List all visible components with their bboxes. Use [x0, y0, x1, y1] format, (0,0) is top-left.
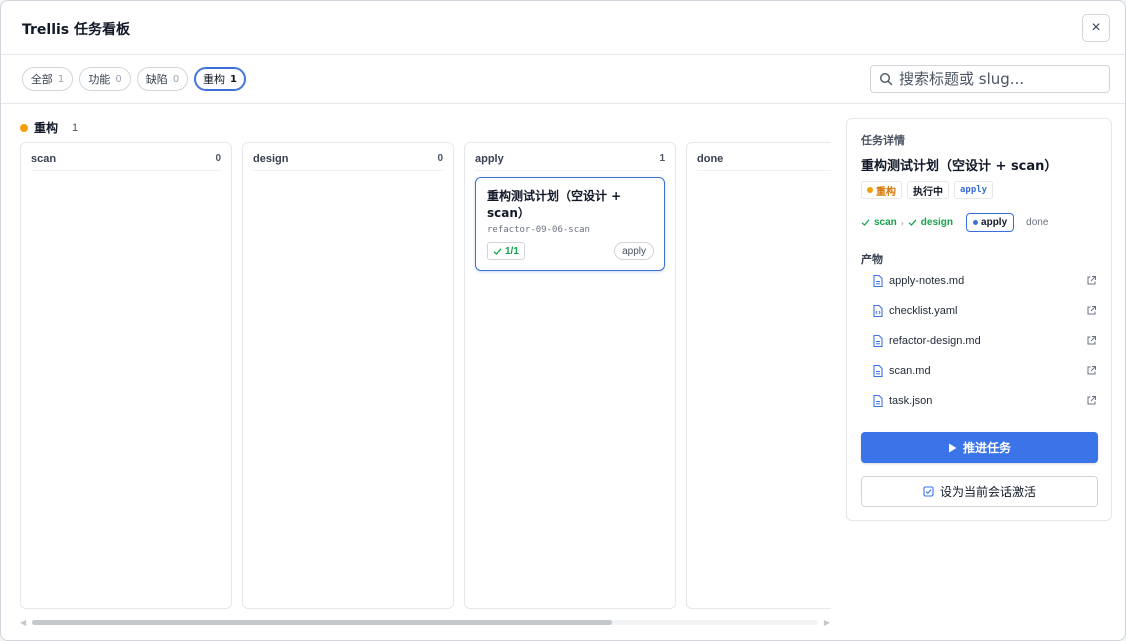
current-stage-dot — [973, 220, 979, 225]
filter-tab-label: 重构 — [203, 73, 226, 86]
task-card-progress: 1/1 — [487, 242, 525, 260]
external-link-icon[interactable] — [1086, 275, 1097, 286]
task-card-progress-value: 1/1 — [505, 245, 519, 257]
set-active-button[interactable]: 设为当前会话激活 — [861, 476, 1098, 507]
file-icon — [873, 394, 883, 408]
pipeline-step-design: design — [920, 217, 954, 228]
column-count: 0 — [215, 153, 221, 164]
external-link-icon[interactable] — [1086, 395, 1097, 406]
filter-tab-count: 1 — [230, 73, 237, 85]
file-icon — [873, 274, 883, 288]
dialog-header: Trellis 任务看板 × — [1, 1, 1125, 55]
group-color-dot — [20, 123, 28, 132]
artifact-name: apply-notes.md — [889, 275, 965, 287]
filter-tab-label: 功能 — [88, 73, 111, 86]
external-link-icon[interactable] — [1086, 365, 1097, 376]
artifact-name: scan.md — [889, 365, 931, 377]
check-icon — [908, 219, 917, 226]
column-name: done — [697, 153, 724, 165]
pipeline-step-done: done — [1026, 217, 1049, 228]
column-header: apply 1 — [475, 153, 665, 171]
group-header-refactor: 重构 1 — [20, 119, 78, 136]
filter-tab-refactor[interactable]: 重构 1 — [194, 67, 246, 91]
column-name: design — [253, 153, 289, 165]
filter-toolbar: 全部 1 功能 0 缺陷 0 重构 1 — [1, 55, 1125, 104]
artifact-name: task.json — [889, 395, 933, 407]
artifact-item[interactable]: scan.md — [861, 361, 1099, 381]
column-done: done — [686, 142, 831, 609]
scroll-left-icon[interactable]: ◀ — [20, 618, 26, 627]
column-count: 0 — [437, 153, 443, 164]
tag-dot — [867, 187, 873, 193]
status-badge: 执行中 — [907, 181, 949, 199]
column-count: 1 — [659, 153, 665, 164]
artifact-item[interactable]: refactor-design.md — [861, 331, 1099, 351]
search-box — [870, 65, 1110, 93]
file-icon — [873, 364, 883, 378]
filter-tab-all[interactable]: 全部 1 — [22, 67, 73, 91]
pipeline-step-scan: scan — [874, 217, 897, 228]
kanban-dialog: Trellis 任务看板 × 全部 1 功能 0 缺陷 0 重构 1 搜索标题或… — [0, 0, 1126, 641]
group-label: 重构 — [34, 121, 59, 135]
filter-tab-count: 0 — [172, 73, 180, 85]
checkbox-icon — [923, 486, 934, 497]
column-name: scan — [31, 153, 57, 165]
column-design: design 0 — [242, 142, 454, 609]
column-name: apply — [475, 153, 504, 165]
column-header: design 0 — [253, 153, 443, 171]
tag-badge: 重构 — [861, 181, 902, 199]
check-icon — [861, 219, 870, 226]
set-active-label: 设为当前会话激活 — [939, 485, 1036, 499]
filter-tab-count: 0 — [115, 73, 122, 85]
column-apply: apply 1 重构测试计划（空设计 + scan） refactor-09-0… — [464, 142, 676, 609]
column-header: scan 0 — [31, 153, 221, 171]
code-file-icon — [873, 304, 883, 318]
detail-badges: 重构 执行中 apply — [861, 181, 994, 199]
stage-pipeline: scan › design apply done — [861, 213, 1048, 232]
task-card-stage: apply — [614, 242, 654, 260]
file-icon — [873, 334, 883, 348]
task-detail-panel: 任务详情 重构测试计划（空设计 + scan） 重构 执行中 apply sca… — [846, 118, 1112, 521]
filter-tab-bug[interactable]: 缺陷 0 — [137, 67, 188, 91]
artifact-item[interactable]: checklist.yaml — [861, 301, 1099, 321]
dialog-title: Trellis 任务看板 — [22, 22, 131, 38]
filter-tab-label: 缺陷 — [145, 73, 168, 86]
task-card[interactable]: 重构测试计划（空设计 + scan） refactor-09-06-scan 1… — [475, 177, 665, 271]
kanban-board: scan 0 design 0 apply 1 重构测试计划（空设计 + sca… — [1, 142, 831, 609]
artifact-name: checklist.yaml — [889, 305, 958, 317]
advance-task-button[interactable]: 推进任务 — [861, 432, 1098, 463]
task-card-slug: refactor-09-06-scan — [487, 225, 590, 235]
search-input[interactable] — [899, 70, 1099, 88]
column-scan: scan 0 — [20, 142, 232, 609]
detail-title: 重构测试计划（空设计 + scan） — [861, 159, 1058, 174]
task-card-title: 重构测试计划（空设计 + scan） — [487, 189, 622, 220]
artifacts-label: 产物 — [861, 253, 883, 266]
scroll-thumb[interactable] — [32, 620, 612, 625]
artifact-item[interactable]: apply-notes.md — [861, 271, 1099, 291]
external-link-icon[interactable] — [1086, 305, 1097, 316]
board-scrollbar[interactable]: ◀ ▶ — [20, 618, 830, 627]
artifact-item[interactable]: task.json — [861, 391, 1099, 411]
scroll-right-icon[interactable]: ▶ — [824, 618, 830, 627]
close-icon: × — [1091, 19, 1101, 36]
artifact-name: refactor-design.md — [889, 335, 981, 347]
external-link-icon[interactable] — [1086, 335, 1097, 346]
play-icon — [948, 443, 957, 452]
pipeline-step-apply: apply — [966, 213, 1015, 232]
filter-tab-count: 1 — [57, 73, 65, 85]
filter-tab-feature[interactable]: 功能 0 — [79, 67, 131, 91]
column-header: done — [697, 153, 831, 171]
close-button[interactable]: × — [1082, 14, 1110, 42]
advance-task-label: 推进任务 — [962, 441, 1011, 455]
group-count: 1 — [72, 121, 79, 134]
filter-tab-label: 全部 — [30, 73, 53, 86]
chevron-right-icon: › — [900, 217, 904, 228]
stage-badge: apply — [954, 181, 994, 199]
search-icon — [879, 72, 893, 86]
check-icon — [493, 247, 502, 255]
tag-badge-label: 重构 — [876, 186, 896, 198]
pipeline-step-label: apply — [981, 217, 1008, 228]
detail-heading: 任务详情 — [861, 134, 905, 147]
